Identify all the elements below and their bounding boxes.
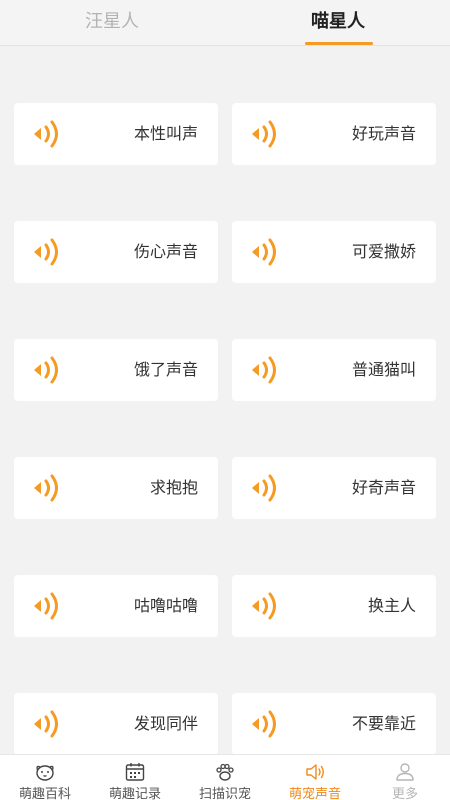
tab-dog[interactable]: 汪星人 bbox=[37, 0, 187, 46]
sound-card[interactable]: 求抱抱 bbox=[14, 457, 218, 519]
sound-label: 好玩声音 bbox=[351, 124, 416, 143]
nav-label: 扫描识宠 bbox=[198, 787, 251, 800]
sound-card[interactable]: 普通猫叫 bbox=[232, 339, 436, 401]
speaker-icon bbox=[34, 356, 58, 384]
speaker-icon bbox=[252, 474, 276, 502]
tab-cat[interactable]: 喵星人 bbox=[263, 0, 413, 46]
nav-item-records[interactable]: 萌趣记录 bbox=[90, 755, 180, 800]
speaker-icon bbox=[252, 592, 276, 620]
speaker-icon bbox=[252, 356, 276, 384]
speaker-icon bbox=[34, 120, 58, 148]
active-tab-indicator bbox=[305, 42, 373, 45]
paw-icon bbox=[216, 763, 234, 781]
nav-item-sounds[interactable]: 萌宠声音 bbox=[270, 755, 360, 800]
sound-card[interactable]: 好玩声音 bbox=[232, 103, 436, 165]
bottom-nav-bar: 萌趣百科 萌趣记录 扫描识宠 萌宠声音 更多 bbox=[0, 754, 450, 800]
calendar-icon bbox=[125, 763, 145, 781]
sound-label: 普通猫叫 bbox=[351, 360, 416, 379]
sound-card[interactable]: 换主人 bbox=[232, 575, 436, 637]
sound-card[interactable]: 咕噜咕噜 bbox=[14, 575, 218, 637]
sound-card[interactable]: 饿了声音 bbox=[14, 339, 218, 401]
speaker-icon bbox=[34, 592, 58, 620]
sound-label: 咕噜咕噜 bbox=[133, 596, 198, 615]
nav-label: 更多 bbox=[391, 787, 418, 800]
sound-label: 本性叫声 bbox=[133, 124, 198, 143]
sound-label: 发现同伴 bbox=[133, 714, 198, 733]
person-icon bbox=[396, 763, 414, 781]
nav-item-more[interactable]: 更多 bbox=[360, 755, 450, 800]
sound-label: 饿了声音 bbox=[133, 360, 198, 379]
speaker-icon bbox=[252, 120, 276, 148]
speaker-icon bbox=[34, 710, 58, 738]
top-tab-bar: 汪星人 喵星人 bbox=[0, 0, 450, 46]
speaker-icon bbox=[306, 764, 324, 780]
sound-card[interactable]: 不要靠近 bbox=[232, 693, 436, 754]
sound-label: 不要靠近 bbox=[351, 714, 416, 733]
pet-face-icon bbox=[36, 765, 54, 781]
speaker-icon bbox=[34, 238, 58, 266]
sound-card[interactable]: 好奇声音 bbox=[232, 457, 436, 519]
speaker-icon bbox=[252, 238, 276, 266]
sound-card[interactable]: 可爱撒娇 bbox=[232, 221, 436, 283]
app-screen: 汪星人 喵星人 本性叫声 好玩声音 伤心声音 可爱撒娇 饿了声音 普通猫叫 求抱… bbox=[0, 0, 450, 800]
sound-label: 可爱撒娇 bbox=[351, 242, 416, 261]
sound-label: 换主人 bbox=[367, 596, 416, 615]
speaker-icon bbox=[34, 474, 58, 502]
sound-label: 求抱抱 bbox=[149, 478, 198, 497]
sound-card[interactable]: 发现同伴 bbox=[14, 693, 218, 754]
nav-label: 萌趣记录 bbox=[108, 787, 161, 800]
nav-label: 萌趣百科 bbox=[18, 787, 71, 800]
nav-item-encyclopedia[interactable]: 萌趣百科 bbox=[0, 755, 90, 800]
sound-card[interactable]: 伤心声音 bbox=[14, 221, 218, 283]
sound-label: 好奇声音 bbox=[351, 478, 416, 497]
speaker-icon bbox=[252, 710, 276, 738]
sound-label: 伤心声音 bbox=[133, 242, 198, 261]
nav-item-scan[interactable]: 扫描识宠 bbox=[180, 755, 270, 800]
sound-card[interactable]: 本性叫声 bbox=[14, 103, 218, 165]
sound-grid: 本性叫声 好玩声音 伤心声音 可爱撒娇 饿了声音 普通猫叫 求抱抱 好奇声音 咕… bbox=[0, 46, 450, 754]
nav-label: 萌宠声音 bbox=[288, 787, 341, 800]
